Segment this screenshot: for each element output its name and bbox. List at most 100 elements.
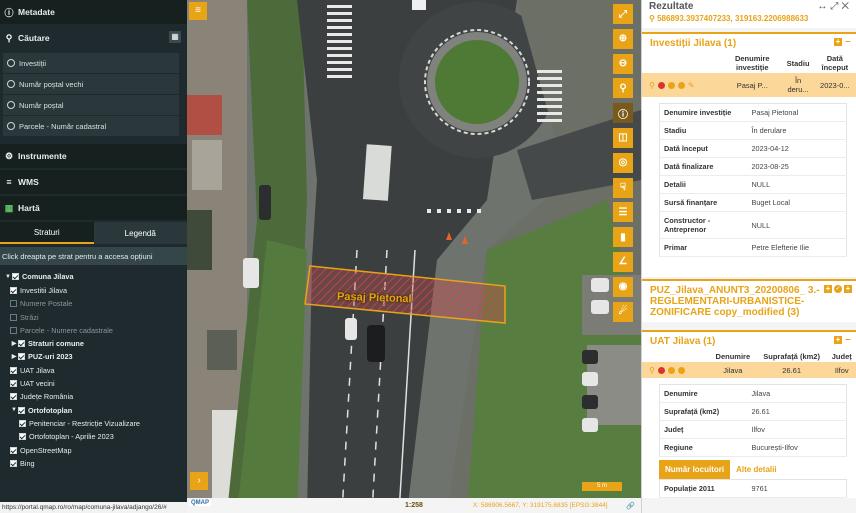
map-view[interactable]: Pasaj Pietonal ≡ › ⤢ ⊕ ⊖ ⚲ ⓘ ◫ ◎ ☟ ☰ ▮ ∠… [187,0,641,513]
chevron-down-icon[interactable]: ▼ [4,274,12,280]
layer-item[interactable]: Penitenciar - Restricție Vizualizare [0,417,187,430]
minimize-icon[interactable]: – [844,335,852,345]
layer-item[interactable]: Investitii Jilava [0,284,187,297]
street-view-icon[interactable]: ☄ [613,301,633,322]
collapse-icon[interactable]: ⤢ [830,1,841,12]
table-row[interactable]: ⚲ ✎ Pasaj P... În deru... 2023-0... [642,73,856,97]
map-header[interactable]: ▦ Hartă [0,196,187,220]
layer-item[interactable]: ▶ PUZ-uri 2023 [0,350,187,363]
tab-numar-locuitori[interactable]: Număr locuitori [659,460,731,479]
wms-header[interactable]: ≡ WMS [0,170,187,194]
uat-details: Denumire Jilava Suprafață (km2) 26.61 Județ I… [659,384,847,457]
layer-checkbox[interactable] [18,406,25,414]
attach-icon[interactable]: ✎ [688,81,695,90]
layer-checkbox[interactable] [10,326,17,334]
table-row: Sursă finanțare Buget Local [659,194,847,212]
info-tool-icon[interactable]: ⓘ [613,103,633,124]
table-cell: 2023-0... [820,80,850,90]
search-item-numar-postal[interactable]: Număr poștal [3,95,179,115]
layer-item[interactable]: ▼ Comuna Jilava [0,270,187,283]
layer-item[interactable]: Străzi [0,310,187,323]
layer-checkbox[interactable] [10,459,17,467]
legend-icon[interactable]: ◫ [613,127,633,148]
zoom-in-icon[interactable]: ⊕ [613,28,633,49]
layer-checkbox[interactable] [19,433,26,441]
search-header[interactable]: ⚲ Căutare [0,26,187,50]
zoom-to-icon[interactable] [667,366,675,374]
check-icon[interactable]: ✓ [834,285,842,293]
delete-icon[interactable] [657,366,665,374]
layer-checkbox[interactable] [12,273,19,281]
search-item-parcele[interactable]: Parcele - Număr cadastral [3,116,179,136]
card-uat-title[interactable]: UAT Jilava (1) [642,332,856,351]
link-icon[interactable]: 🔗 [626,502,635,510]
layer-item[interactable]: Numere Postale [0,297,187,310]
tab-alte-detalii[interactable]: Alte detalii [730,460,782,479]
fullscreen-icon[interactable]: ⤢ [613,4,633,24]
layer-label: Straturi comune [28,339,84,349]
add-icon[interactable]: + [844,285,852,293]
map-menu-button[interactable]: ≡ [189,2,207,20]
measure-icon[interactable]: ☟ [613,177,633,198]
tab-legenda[interactable]: Legendă [93,222,187,244]
resize-icon[interactable]: ↔ [817,1,830,12]
marker-icon[interactable]: ⚲ [649,81,655,90]
layer-item[interactable]: Bing [0,457,187,470]
expand-icon[interactable]: + [834,336,842,344]
delete-icon[interactable] [657,81,665,89]
expand-panel-button[interactable]: › [190,472,208,490]
layer-item[interactable]: ▼ Ortofotoplan [0,403,187,416]
metadata-header[interactable]: ⓘ Metadate [0,0,187,24]
marker-icon[interactable]: ⚲ [649,366,655,375]
aerial-map[interactable] [187,0,641,513]
tab-straturi[interactable]: Straturi [0,222,94,244]
locate-icon[interactable]: ◎ [613,152,633,173]
layer-checkbox[interactable] [10,286,17,294]
search-item-investitii[interactable]: Investiții [3,53,179,73]
layer-item[interactable]: Județe România [0,390,187,403]
layer-item[interactable]: ▶ Straturi comune [0,337,187,350]
radio-icon[interactable] [7,59,15,67]
zoom-box-icon[interactable]: ⚲ [613,78,633,99]
detail-value: Ilfov [751,425,765,434]
chevron-down-icon[interactable]: ▼ [10,407,18,413]
ruler-icon[interactable]: ▮ [613,227,633,248]
zoom-out-icon[interactable]: ⊖ [613,53,633,74]
chevron-right-icon[interactable]: ▶ [10,340,18,347]
layer-checkbox[interactable] [19,419,26,427]
tools-header[interactable]: ⚙ Instrumente [0,144,187,168]
radio-icon[interactable] [7,122,15,130]
search-item-numar-postal-vechi[interactable]: Număr poștal vechi [3,74,179,94]
layer-item[interactable]: Ortofotoplan - Aprilie 2023 [0,430,187,443]
radio-icon[interactable] [7,101,15,109]
link-icon[interactable] [677,366,685,374]
camera-icon[interactable]: ◉ [613,276,633,297]
scale-value[interactable]: 1:258 [405,502,423,509]
layer-item[interactable]: UAT Jilava [0,364,187,377]
table-row[interactable]: ⚲ Jilava 26.61 Ilfov [642,362,856,378]
layer-checkbox[interactable] [10,393,17,401]
scale-bar: 5 m [582,482,622,491]
expand-icon[interactable]: + [834,38,842,46]
calculator-icon[interactable]: ▦ [169,31,181,43]
layer-checkbox[interactable] [10,313,17,321]
expand-icon[interactable]: + [824,285,832,293]
layer-checkbox[interactable] [10,300,17,308]
angle-icon[interactable]: ∠ [613,251,633,272]
layer-checkbox[interactable] [18,340,25,348]
radio-icon[interactable] [7,80,15,88]
layer-item[interactable]: OpenStreetMap [0,443,187,456]
minimize-icon[interactable]: – [844,37,852,47]
layer-item[interactable]: UAT vecini [0,377,187,390]
layer-checkbox[interactable] [10,366,17,374]
layer-checkbox[interactable] [10,446,17,454]
card-investitii-title[interactable]: Investiții Jilava (1) [642,34,856,53]
chevron-right-icon[interactable]: ▶ [10,353,18,360]
layer-checkbox[interactable] [10,380,17,388]
close-icon[interactable]: ✕ [841,1,852,12]
layer-checkbox[interactable] [18,353,25,361]
link-icon[interactable] [677,81,685,89]
layer-item[interactable]: Parcele - Numere cadastrale [0,324,187,337]
zoom-to-icon[interactable] [667,81,675,89]
layers-icon[interactable]: ☰ [613,202,633,223]
